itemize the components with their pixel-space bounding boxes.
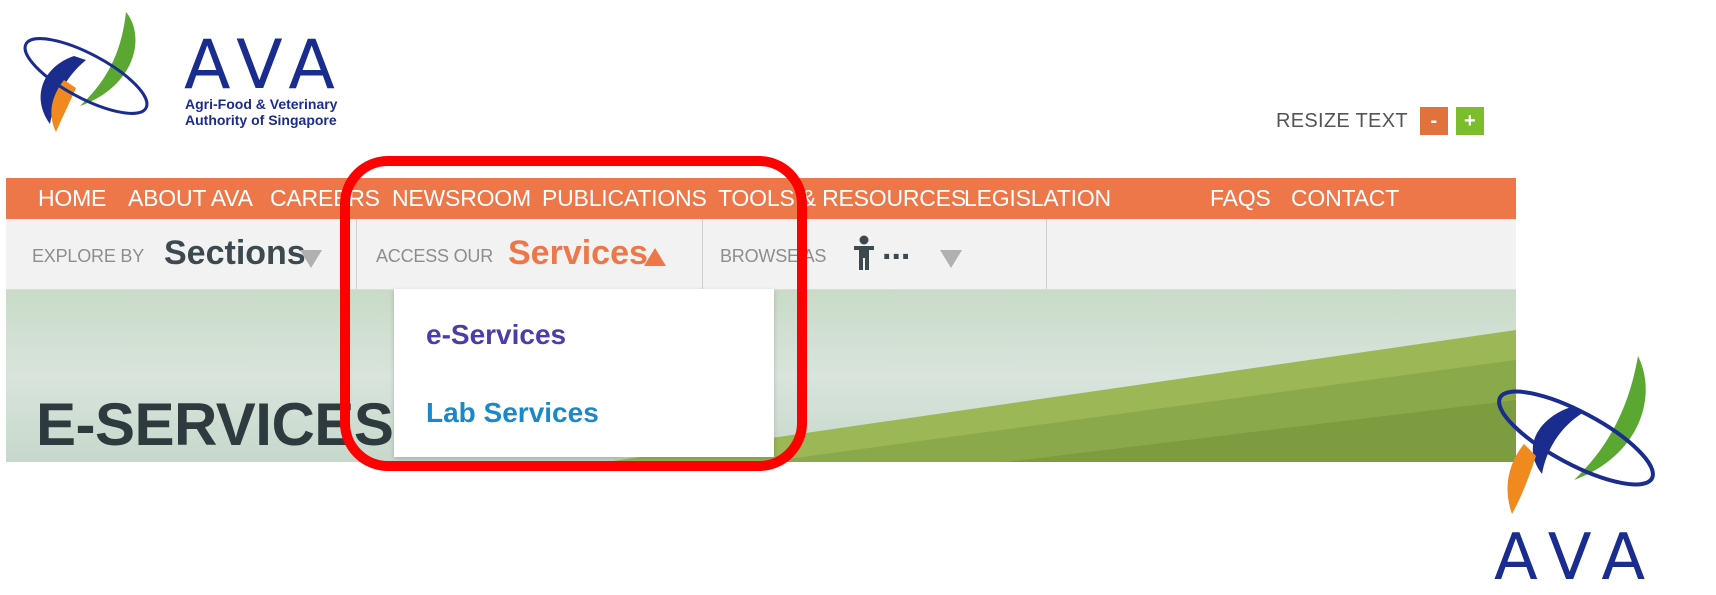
ava-leaf-logo-icon	[1497, 356, 1655, 514]
browse-as-value: ...	[882, 229, 911, 267]
divider	[1046, 219, 1047, 289]
resize-text-label: RESIZE TEXT	[1276, 109, 1408, 132]
person-icon	[854, 235, 874, 270]
decrease-text-button[interactable]: -	[1419, 107, 1448, 135]
logo-subtitle-line1: Agri-Food & Veterinary	[185, 96, 338, 112]
increase-text-button[interactable]: +	[1455, 107, 1484, 135]
ava-leaf-logo-icon	[23, 12, 149, 132]
resize-text-control: RESIZE TEXT - +	[1276, 106, 1492, 136]
nav-faqs[interactable]: FAQS	[1210, 185, 1271, 212]
explore-by-label: EXPLORE BY	[32, 246, 145, 266]
corner-ava-logo: AVA	[1480, 356, 1716, 590]
nav-home[interactable]: HOME	[38, 185, 106, 212]
chevron-down-icon	[940, 250, 962, 268]
highlight-annotation	[340, 156, 807, 471]
logo-subtitle-line2: Authority of Singapore	[185, 112, 337, 128]
explore-by-value: Sections	[164, 234, 306, 272]
ava-logo[interactable]: AVA Agri-Food & Veterinary Authority of …	[14, 6, 344, 136]
nav-contact[interactable]: CONTACT	[1291, 185, 1399, 212]
nav-legislation[interactable]: LEGISLATION	[964, 185, 1111, 212]
nav-about-ava[interactable]: ABOUT AVA	[128, 185, 253, 212]
chevron-down-icon	[300, 250, 322, 268]
corner-logo-letters: AVA	[1494, 521, 1660, 595]
logo-letters: AVA	[184, 26, 345, 105]
